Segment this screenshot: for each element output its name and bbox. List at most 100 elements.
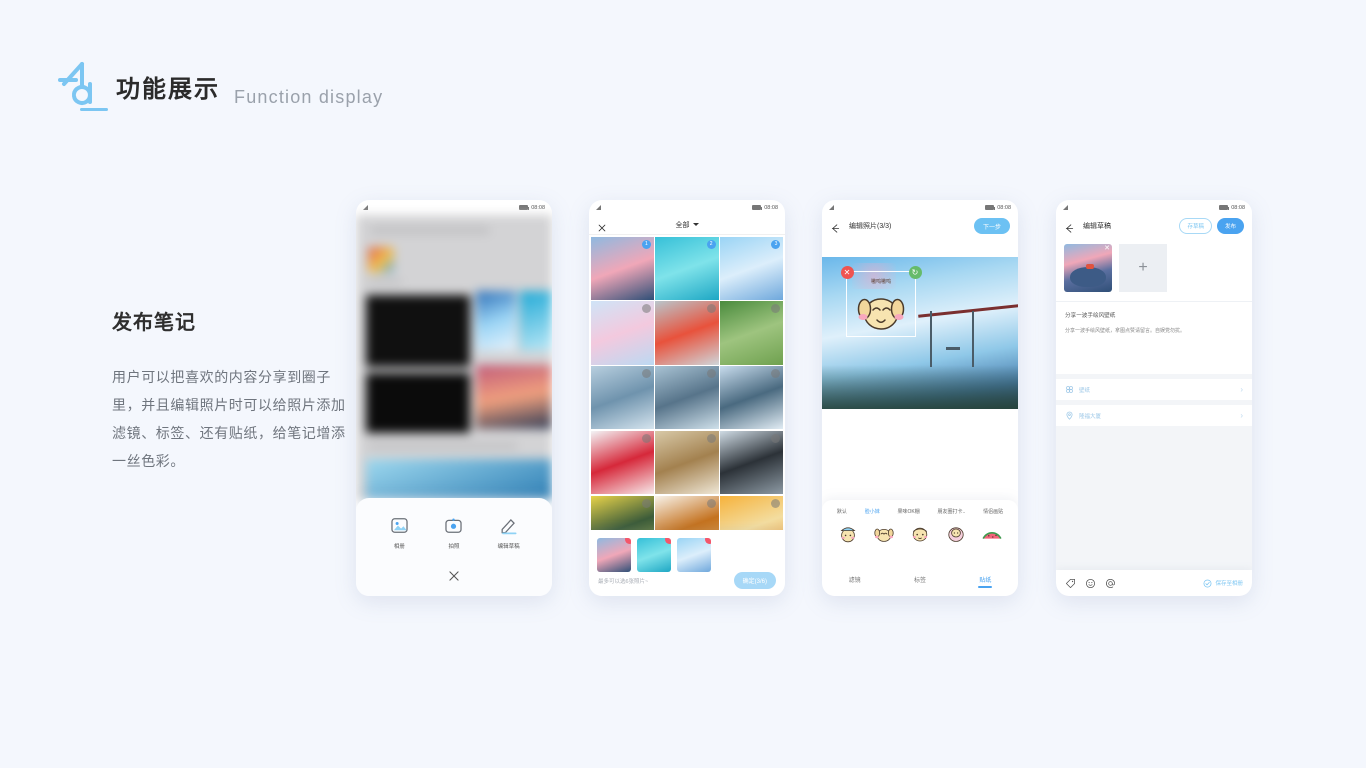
draft-meta-row[interactable]: 隆福大厦 › [1056, 405, 1252, 426]
sticker-selection-box[interactable]: 嗷呜嗷呜 ✕ ↻ [840, 265, 922, 337]
publish-button[interactable]: 发布 [1216, 218, 1244, 234]
draft-text-area[interactable]: 分享一波手绘风壁纸 分享一波手绘风壁纸，拿图点赞请留言。自娱党勿扰。 [1056, 302, 1252, 374]
battery-icon [985, 205, 996, 210]
photo-grid: 1 2 3 [589, 235, 785, 560]
sticker-category[interactable]: 默认 [837, 508, 847, 515]
remove-thumb-button[interactable]: − [705, 538, 711, 544]
editor-tab[interactable]: 贴纸 [979, 575, 991, 588]
remove-image-icon[interactable]: ✕ [1103, 245, 1111, 253]
picker-header: 全部 [589, 215, 785, 235]
action-edit-draft[interactable]: 编辑草稿 [487, 516, 531, 550]
draft-actions: 存草稿 发布 [1179, 218, 1244, 234]
chevron-right-icon: › [1240, 411, 1243, 420]
page-root: 功能展示 Function display 发布笔记 用户可以把喜欢的内容分享到… [0, 0, 1366, 768]
status-bar: 08:08 [356, 200, 552, 215]
sticker-blush-girl[interactable] [944, 521, 968, 545]
next-step-button[interactable]: 下一步 [973, 218, 1010, 234]
selected-thumbs: − − − [589, 530, 785, 572]
close-icon[interactable] [447, 569, 461, 583]
back-arrow-icon[interactable] [1064, 221, 1075, 233]
signal-icon [596, 205, 601, 210]
sticker-category[interactable]: 朋友圈打卡.. [938, 508, 966, 515]
photo-cell[interactable]: 2 [655, 236, 719, 300]
description-body: 用户可以把喜欢的内容分享到圈子里，并且编辑照片时可以给照片添加滤镜、标签、还有贴… [112, 369, 346, 469]
emoji-icon[interactable] [1085, 578, 1096, 589]
photo-cell[interactable] [590, 430, 654, 495]
sticker-rotate-handle[interactable]: ↻ [908, 265, 922, 279]
photo-cell[interactable] [655, 430, 719, 495]
sticker-categories: 默认 脸小妹 果味OK棚 朋友圈打卡.. 情侣画贴 [822, 500, 1018, 515]
status-bar: 08:08 [589, 200, 785, 215]
selection-badge-selected[interactable]: 3 [771, 239, 781, 249]
photo-cell[interactable] [720, 301, 784, 365]
action-album[interactable]: 相册 [377, 516, 421, 550]
selected-thumb[interactable]: − [597, 538, 631, 572]
sticker-caption: 嗷呜嗷呜 [870, 279, 892, 285]
action-camera[interactable]: 拍照 [432, 516, 476, 550]
grid-icon [1066, 386, 1073, 393]
selection-badge[interactable] [641, 433, 651, 443]
mention-icon[interactable] [1105, 578, 1116, 589]
confirm-button[interactable]: 确定(3/6) [733, 572, 776, 589]
clock-label: 08:08 [997, 204, 1011, 211]
sticker-watermelon[interactable] [980, 521, 1004, 545]
pencil-icon [501, 519, 517, 535]
selection-badge[interactable] [641, 498, 651, 508]
acl-logo-icon [56, 60, 102, 110]
selection-badge[interactable] [706, 304, 716, 314]
photo-cell[interactable] [655, 301, 719, 365]
remove-thumb-button[interactable]: − [625, 538, 631, 544]
editor-tab[interactable]: 标签 [914, 575, 926, 588]
sticker-dog-face[interactable] [872, 521, 896, 545]
tag-icon[interactable] [1065, 578, 1076, 589]
close-icon[interactable] [597, 220, 607, 232]
selection-badge[interactable] [706, 498, 716, 508]
selection-badge-selected[interactable]: 1 [641, 239, 651, 249]
photo-cell[interactable]: 3 [720, 236, 784, 300]
sticker-delete-handle[interactable]: ✕ [840, 265, 854, 279]
draft-meta-list: 壁纸 › 隆福大厦 › [1056, 379, 1252, 426]
back-arrow-icon[interactable] [830, 221, 841, 233]
add-image-button[interactable]: + [1119, 244, 1167, 292]
selected-thumb[interactable]: − [637, 538, 671, 572]
action-edit-draft-label: 编辑草稿 [497, 544, 520, 550]
sticker-smile-girl[interactable] [908, 521, 932, 545]
photo-cell[interactable] [655, 366, 719, 430]
save-draft-button[interactable]: 存草稿 [1179, 218, 1212, 234]
status-bar: 08:08 [1056, 200, 1252, 215]
draft-image-row: ✕ + [1056, 237, 1252, 302]
photo-cell[interactable] [720, 430, 784, 495]
selection-badge[interactable] [706, 369, 716, 379]
draft-meta-row[interactable]: 壁纸 › [1056, 379, 1252, 400]
status-bar: 08:08 [822, 200, 1018, 215]
description-block: 发布笔记 用户可以把喜欢的内容分享到圈子里，并且编辑照片时可以给照片添加滤镜、标… [112, 306, 348, 475]
sticker-hat-girl[interactable] [836, 521, 860, 545]
photo-cell[interactable] [590, 301, 654, 365]
sticker-category[interactable]: 脸小妹 [865, 508, 880, 515]
draft-meta-label: 壁纸 [1079, 387, 1091, 394]
selected-thumb[interactable]: − [677, 538, 711, 572]
album-selector[interactable]: 全部 [676, 220, 699, 230]
chevron-down-icon [692, 223, 699, 226]
battery-icon [1219, 205, 1230, 210]
sticker-category[interactable]: 情侣画贴 [983, 508, 1003, 515]
selection-badge[interactable] [706, 433, 716, 443]
picker-hint: 最多可以选6张照片~ [598, 579, 649, 585]
save-to-album-toggle[interactable]: 保存至相册 [1203, 579, 1243, 588]
location-icon [1066, 411, 1073, 420]
editor-tab[interactable]: 滤镜 [849, 575, 861, 588]
selection-badge-selected[interactable]: 2 [706, 239, 716, 249]
photo-cell[interactable]: 1 [590, 236, 654, 300]
remove-thumb-button[interactable]: − [665, 538, 671, 544]
selection-badge[interactable] [641, 369, 651, 379]
photo-cell[interactable] [590, 366, 654, 430]
page-subtitle: Function display [234, 87, 384, 107]
draft-title: 编辑草稿 [1083, 223, 1111, 230]
draft-image[interactable]: ✕ [1064, 244, 1112, 292]
editor-title: 编辑照片(3/3) [849, 223, 892, 230]
sticker-category[interactable]: 果味OK棚 [897, 508, 919, 515]
note-body: 分享一波手绘风壁纸，拿图点赞请留言。自娱党勿扰。 [1065, 328, 1186, 334]
photo-cell[interactable] [720, 366, 784, 430]
photo-canvas[interactable]: 嗷呜嗷呜 ✕ ↻ [822, 257, 1018, 409]
clock-label: 08:08 [1231, 204, 1245, 211]
